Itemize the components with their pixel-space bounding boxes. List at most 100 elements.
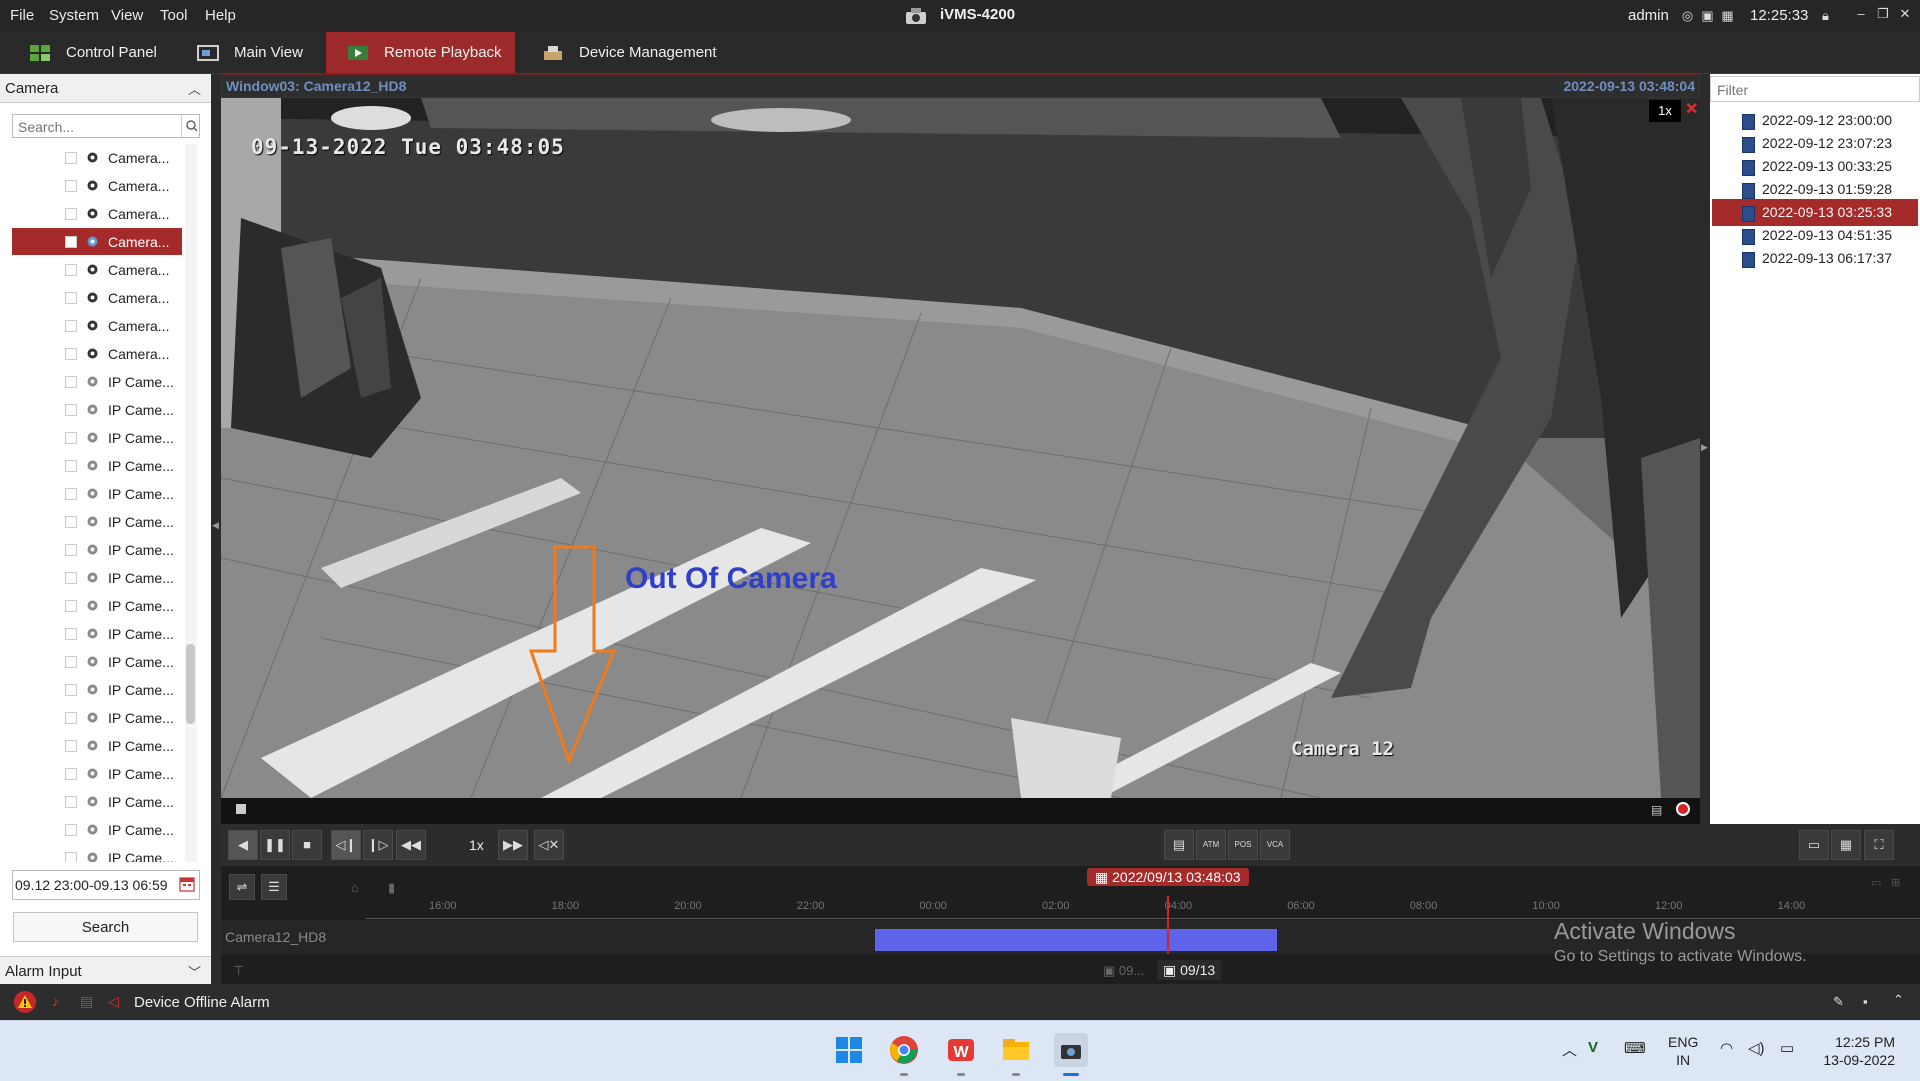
camera-list-item[interactable]: IP Came... xyxy=(12,536,182,563)
slow-down-button[interactable]: ◀◀ xyxy=(396,830,426,860)
camera-checkbox[interactable] xyxy=(65,572,77,584)
camera-checkbox[interactable] xyxy=(65,684,77,696)
camera-checkbox[interactable] xyxy=(65,292,77,304)
camera-checkbox[interactable] xyxy=(65,600,77,612)
camera-checkbox[interactable] xyxy=(65,348,77,360)
taskbar-clock[interactable]: 12:25 PM 13-09-2022 xyxy=(1820,1033,1895,1069)
input-language[interactable]: ENG IN xyxy=(1668,1033,1698,1069)
camera-list-item[interactable]: IP Came... xyxy=(12,816,182,843)
volume-icon[interactable]: ◁) xyxy=(1748,1039,1765,1057)
bookmark-icon[interactable]: ▮ xyxy=(388,880,395,896)
timeline-prev-date[interactable]: ▣ 09... xyxy=(1103,963,1144,979)
camera-list-item[interactable]: Camera... xyxy=(12,256,182,283)
camera-capture-icon[interactable]: ▭ xyxy=(1799,830,1829,860)
camera-checkbox[interactable] xyxy=(65,768,77,780)
menu-view[interactable]: View xyxy=(111,7,143,24)
pos-icon[interactable]: POS xyxy=(1228,830,1258,860)
menu-tool[interactable]: Tool xyxy=(160,7,188,24)
camera-list-item[interactable]: Camera... xyxy=(12,172,182,199)
zoom-in-icon[interactable]: ⊞ xyxy=(1891,876,1900,889)
close-button[interactable]: ✕ xyxy=(1894,4,1916,24)
camera-checkbox[interactable] xyxy=(65,544,77,556)
timeline-current-date[interactable]: ▣ 09/13 xyxy=(1157,960,1222,980)
pin-icon[interactable]: ✎ xyxy=(1833,994,1844,1010)
alarm-input-header[interactable]: Alarm Input ﹀ xyxy=(0,956,211,985)
camera-list-item[interactable]: IP Came... xyxy=(12,760,182,787)
camera-list-item[interactable]: Camera... xyxy=(12,228,182,255)
camera-list-item[interactable]: IP Came... xyxy=(12,368,182,395)
left-splitter[interactable]: ◀ xyxy=(211,74,221,984)
tab-main-view[interactable]: Main View xyxy=(196,32,316,73)
collapse-up-icon[interactable]: ⌃ xyxy=(1893,992,1904,1008)
camera-list-item[interactable]: IP Came... xyxy=(12,564,182,591)
battery-icon[interactable]: ▭ xyxy=(1780,1039,1794,1057)
timeline-playhead[interactable] xyxy=(1167,896,1169,954)
lock-icon[interactable]: 🔒︎ xyxy=(1818,8,1833,23)
vca-icon[interactable]: VCA xyxy=(1260,830,1290,860)
camera-checkbox[interactable] xyxy=(65,628,77,640)
camera-list-item[interactable]: IP Came... xyxy=(12,396,182,423)
camera-list-item[interactable]: IP Came... xyxy=(12,732,182,759)
reverse-play-button[interactable]: ◀ xyxy=(228,830,258,860)
single-frame-back-button[interactable]: ◁❙ xyxy=(331,830,361,860)
record-list-item[interactable]: 2022-09-13 06:17:37 xyxy=(1712,245,1918,272)
camera-checkbox[interactable] xyxy=(65,236,77,248)
camera-list-item[interactable]: IP Came... xyxy=(12,704,182,731)
lock-tag-icon[interactable]: ⌂ xyxy=(351,880,359,895)
maximize-panel-icon[interactable]: ▪ xyxy=(1863,994,1868,1009)
camera-checkbox[interactable] xyxy=(65,320,77,332)
camera-checkbox[interactable] xyxy=(65,376,77,388)
alarm-list-icon[interactable]: ▤ xyxy=(80,993,93,1010)
tab-device-management[interactable]: Device Management xyxy=(541,32,731,73)
stream-icon[interactable] xyxy=(236,804,246,814)
tab-remote-playback[interactable]: Remote Playback xyxy=(326,32,515,73)
alarm-mute-icon[interactable]: ◁ xyxy=(108,993,119,1010)
capture-icon[interactable]: ▤ xyxy=(1651,803,1662,817)
collapse-left-icon[interactable]: ◀ xyxy=(212,520,219,531)
device-offline-alarm[interactable]: Device Offline Alarm xyxy=(134,994,270,1011)
touch-keyboard-icon[interactable]: ⌨ xyxy=(1624,1039,1646,1057)
menu-file[interactable]: File xyxy=(10,7,34,24)
camera-panel-header[interactable]: Camera ︿ xyxy=(0,74,211,103)
speed-up-button[interactable]: ▶▶ xyxy=(498,830,528,860)
camera-checkbox[interactable] xyxy=(65,208,77,220)
camera-list-item[interactable]: Camera... xyxy=(12,200,182,227)
camera-search-input[interactable] xyxy=(16,117,175,137)
camera-list-item[interactable]: IP Came... xyxy=(12,676,182,703)
camera-list-item[interactable]: IP Came... xyxy=(12,788,182,815)
camera-list-item[interactable]: Camera... xyxy=(12,144,182,171)
zoom-out-icon[interactable]: ▭ xyxy=(1871,876,1881,889)
calendar-grid-icon[interactable]: ▦ xyxy=(1720,8,1735,23)
camera-list-item[interactable]: IP Came... xyxy=(12,424,182,451)
windows-start-icon[interactable] xyxy=(832,1033,866,1067)
time-range-field[interactable]: 09.12 23:00-09.13 06:59 xyxy=(12,870,200,900)
chrome-icon[interactable] xyxy=(887,1033,921,1067)
chevron-down-icon[interactable]: ﹀ xyxy=(188,962,201,981)
minimize-button[interactable]: – xyxy=(1850,4,1872,24)
camera-list-item[interactable]: IP Came... xyxy=(12,480,182,507)
menu-system[interactable]: System xyxy=(49,7,99,24)
camera-list-item[interactable]: IP Came... xyxy=(12,592,182,619)
timeline-settings-icon[interactable]: ⇌ xyxy=(229,874,255,900)
camera-checkbox[interactable] xyxy=(65,740,77,752)
camera-checkbox[interactable] xyxy=(65,264,77,276)
close-window-icon[interactable]: ✕ xyxy=(1685,99,1698,119)
single-frame-forward-button[interactable]: ❙▷ xyxy=(363,830,393,860)
filter-icon[interactable]: ⊤ xyxy=(233,963,244,979)
recording-segment[interactable] xyxy=(875,929,1277,951)
record-filter-input[interactable] xyxy=(1715,80,1909,100)
timeline-adjust-icon[interactable]: ☰ xyxy=(261,874,287,900)
search-button[interactable]: Search xyxy=(13,912,198,942)
camera-checkbox[interactable] xyxy=(65,824,77,836)
camera-checkbox[interactable] xyxy=(65,796,77,808)
tray-app-icon[interactable]: V xyxy=(1588,1039,1598,1056)
alarm-sound-icon[interactable]: ♪ xyxy=(52,993,59,1009)
right-splitter[interactable]: ▶ xyxy=(1700,74,1710,824)
camera-list-item[interactable]: IP Came... xyxy=(12,452,182,479)
camera-checkbox[interactable] xyxy=(65,180,77,192)
camera-list-item[interactable]: IP Came... xyxy=(12,844,182,862)
camera-checkbox[interactable] xyxy=(65,460,77,472)
camera-list-item[interactable]: Camera... xyxy=(12,312,182,339)
camera-checkbox[interactable] xyxy=(65,152,77,164)
stop-button[interactable]: ■ xyxy=(292,830,322,860)
